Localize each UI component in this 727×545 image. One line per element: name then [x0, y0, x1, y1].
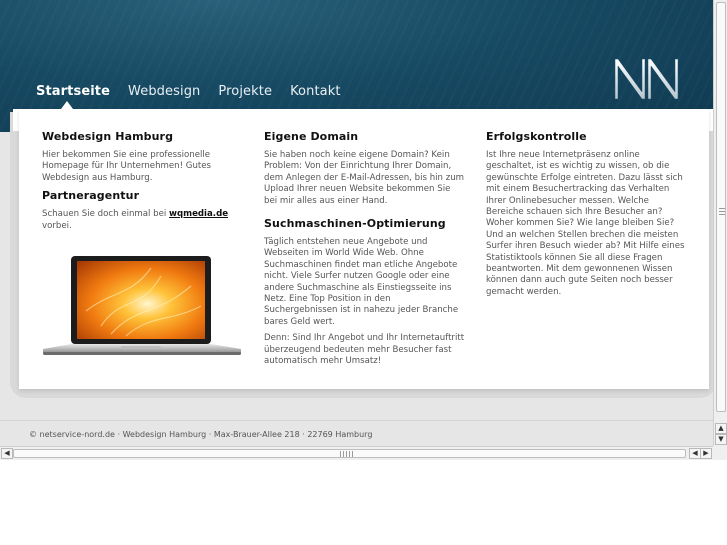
text-seo: Täglich entstehen neue Angebote und Webs… — [264, 237, 459, 327]
heading-erfolgskontrolle: Erfolgskontrolle — [486, 130, 587, 143]
arrow-left-icon-end: ◀ — [692, 449, 698, 457]
heading-webdesign-hamburg: Webdesign Hamburg — [42, 130, 174, 143]
horizontal-scroll-thumb[interactable] — [13, 449, 686, 458]
partner-text-before: Schauen Sie doch einmal bei — [42, 209, 170, 220]
scrollbar-corner — [713, 446, 727, 460]
arrow-up-icon: ▲ — [718, 424, 724, 432]
nav-item-startseite[interactable]: Startseite — [36, 84, 110, 104]
arrow-down-icon: ▼ — [718, 435, 724, 443]
horizontal-scrollbar[interactable]: ◀ ◀ ▶ — [0, 446, 713, 460]
scroll-up-button[interactable]: ▲ — [715, 423, 727, 434]
nav-item-kontakt[interactable]: Kontakt — [290, 84, 340, 104]
column-domain: Eigene Domain Sie haben noch keine eigen… — [264, 130, 466, 373]
text-webdesign-hamburg: Hier bekommen Sie eine professionelle Ho… — [42, 150, 212, 183]
arrow-left-icon: ◀ — [4, 449, 10, 457]
active-nav-pointer — [61, 101, 73, 109]
column-webdesign: Webdesign Hamburg Hier bekommen Sie eine… — [42, 130, 232, 237]
laptop-image — [43, 256, 241, 355]
heading-eigene-domain: Eigene Domain — [264, 130, 359, 143]
text-eigene-domain: Sie haben noch keine eigene Domain? Kein… — [264, 150, 465, 206]
scroll-down-button[interactable]: ▼ — [715, 434, 727, 445]
text-seo-conclusion: Denn: Sind Ihr Angebot und Ihr Interneta… — [264, 333, 465, 367]
horizontal-grip-icon — [340, 451, 354, 457]
nav-item-webdesign[interactable]: Webdesign — [128, 84, 200, 104]
nav-item-projekte[interactable]: Projekte — [218, 84, 272, 104]
browser-viewport: Startseite Webdesign Projekte Kontakt We… — [0, 0, 713, 446]
scroll-left-button[interactable]: ◀ — [1, 448, 13, 459]
partner-text-after: vorbei. — [42, 220, 72, 231]
site-logo[interactable] — [612, 54, 682, 102]
site-footer: © netservice-nord.de · Webdesign Hamburg… — [0, 420, 713, 446]
heading-partneragentur: Partneragentur — [42, 189, 140, 203]
text-erfolgskontrolle: Ist Ihre neue Internetpräsenz online ges… — [486, 150, 685, 297]
vertical-scroll-thumb[interactable] — [716, 2, 726, 412]
arrow-right-icon: ▶ — [703, 449, 709, 457]
text-partneragentur: Schauen Sie doch einmal bei wqmedia.de v… — [42, 209, 232, 232]
heading-seo: Suchmaschinen-Optimierung — [264, 217, 446, 231]
footer-text: © netservice-nord.de · Webdesign Hamburg… — [29, 430, 373, 439]
partner-link[interactable]: wqmedia.de — [169, 209, 228, 219]
column-erfolgskontrolle: Erfolgskontrolle Ist Ihre neue Internetp… — [486, 130, 688, 303]
vertical-grip-icon — [719, 207, 725, 215]
main-nav: Startseite Webdesign Projekte Kontakt — [36, 84, 359, 104]
scroll-right-button[interactable]: ▶ — [700, 448, 712, 459]
vertical-scrollbar[interactable]: ▲ ▼ — [713, 0, 727, 446]
